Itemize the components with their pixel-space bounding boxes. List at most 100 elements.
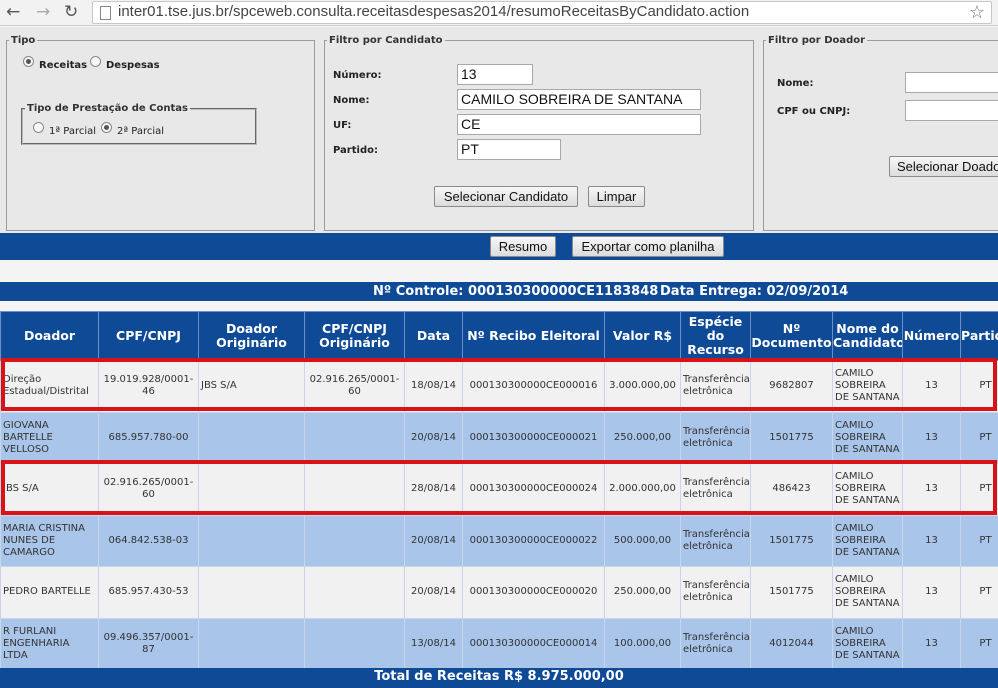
- table-row: JBS S/A 02.916.265/0001-60 28/08/14 0001…: [0, 463, 998, 516]
- cell-data: 28/08/14: [404, 463, 463, 516]
- cell-cpf-orig: [304, 566, 405, 619]
- cell-especie: Transferência eletrônica: [680, 411, 751, 464]
- cell-recibo: 000130300000CE000020: [462, 566, 605, 619]
- cell-documento: 1501775: [750, 566, 833, 619]
- controle-text: Nº Controle: 000130300000CE1183848: [373, 284, 659, 299]
- header-doador[interactable]: Doador: [0, 311, 99, 361]
- url-text[interactable]: inter01.tse.jus.br/spceweb.consulta.rece…: [118, 3, 749, 20]
- cell-doador-orig: [198, 514, 305, 567]
- cell-especie: Transferência eletrônica: [680, 566, 751, 619]
- cell-numero: 13: [902, 411, 961, 464]
- cell-recibo: 000130300000CE000016: [462, 360, 605, 413]
- doador-nome-input[interactable]: [905, 72, 998, 93]
- parcial1-radio[interactable]: [33, 122, 44, 133]
- header-especie[interactable]: Espécie do Recurso: [680, 311, 751, 361]
- despesas-radio[interactable]: [90, 56, 101, 67]
- cell-cpf: 09.496.357/0001-87: [98, 617, 199, 670]
- cell-cpf: 064.842.538-03: [98, 514, 199, 567]
- cell-numero: 13: [902, 463, 961, 516]
- receitas-table: Doador CPF/CNPJ Doador Originário CPF/CN…: [0, 311, 998, 670]
- doador-cpf-label: CPF ou CNPJ:: [777, 106, 851, 117]
- cell-documento: 1501775: [750, 514, 833, 567]
- receitas-radio[interactable]: [23, 56, 34, 67]
- cell-candidato: CAMILO SOBREIRA DE SANTANA: [832, 463, 903, 516]
- cell-valor: 250.000,00: [604, 411, 681, 464]
- header-data[interactable]: Data: [404, 311, 463, 361]
- cell-cpf: 685.957.430-53: [98, 566, 199, 619]
- cell-numero: 13: [902, 514, 961, 567]
- uf-input[interactable]: CE: [457, 114, 701, 135]
- cell-partido: PT: [960, 514, 998, 567]
- action-bar: Resumo Exportar como planilha: [0, 233, 998, 260]
- header-partido[interactable]: Partido: [960, 311, 998, 361]
- receitas-label: Receitas: [39, 60, 88, 71]
- resumo-button[interactable]: Resumo: [490, 236, 556, 257]
- page: ← → ↻ inter01.tse.jus.br/spceweb.consult…: [0, 0, 998, 688]
- filter-panel: Tipo Receitas Despesas Tipo de Prestação…: [0, 27, 998, 233]
- address-bar[interactable]: inter01.tse.jus.br/spceweb.consulta.rece…: [92, 1, 992, 24]
- selecionar-doador-button[interactable]: Selecionar Doador: [889, 156, 998, 177]
- header-valor[interactable]: Valor R$: [604, 311, 681, 361]
- cell-candidato: CAMILO SOBREIRA DE SANTANA: [832, 514, 903, 567]
- exportar-button[interactable]: Exportar como planilha: [572, 236, 724, 257]
- header-doador-originario[interactable]: Doador Originário: [198, 311, 305, 361]
- cell-cpf: 19.019.928/0001-46: [98, 360, 199, 413]
- back-arrow-icon[interactable]: ←: [6, 2, 20, 22]
- cell-candidato: CAMILO SOBREIRA DE SANTANA: [832, 617, 903, 670]
- header-candidato[interactable]: Nome do Candidato: [832, 311, 903, 361]
- nome-input[interactable]: CAMILO SOBREIRA DE SANTANA: [457, 89, 701, 110]
- cell-data: 20/08/14: [404, 566, 463, 619]
- nome-label: Nome:: [333, 95, 370, 106]
- cell-doador: PEDRO BARTELLE: [0, 566, 99, 619]
- cell-partido: PT: [960, 617, 998, 670]
- uf-label: UF:: [333, 120, 352, 131]
- cell-candidato: CAMILO SOBREIRA DE SANTANA: [832, 411, 903, 464]
- cell-cpf: 02.916.265/0001-60: [98, 463, 199, 516]
- doador-nome-label: Nome:: [777, 78, 814, 89]
- info-bar: Nº Controle: 000130300000CE1183848 Data …: [0, 282, 998, 301]
- table-row: Direção Estadual/Distrital 19.019.928/00…: [0, 360, 998, 413]
- cell-cpf: 685.957.780-00: [98, 411, 199, 464]
- cell-documento: 1501775: [750, 411, 833, 464]
- cell-numero: 13: [902, 566, 961, 619]
- cell-especie: Transferência eletrônica: [680, 463, 751, 516]
- cell-especie: Transferência eletrônica: [680, 514, 751, 567]
- header-cpf-cnpj-originario[interactable]: CPF/CNPJ Originário: [304, 311, 405, 361]
- cell-doador-orig: [198, 463, 305, 516]
- parcial2-radio[interactable]: [101, 122, 112, 133]
- tipo-legend: Tipo: [11, 35, 36, 46]
- cell-documento: 486423: [750, 463, 833, 516]
- numero-input[interactable]: 13: [457, 64, 533, 85]
- cell-valor: 3.000.000,00: [604, 360, 681, 413]
- bookmark-star-icon[interactable]: ☆: [969, 2, 985, 23]
- selecionar-candidato-button[interactable]: Selecionar Candidato: [434, 186, 578, 207]
- partido-label: Partido:: [333, 145, 378, 156]
- header-recibo[interactable]: Nº Recibo Eleitoral: [462, 311, 605, 361]
- cell-valor: 250.000,00: [604, 566, 681, 619]
- table-header-row: Doador CPF/CNPJ Doador Originário CPF/CN…: [0, 311, 998, 361]
- cell-data: 20/08/14: [404, 411, 463, 464]
- parcial2-label: 2ª Parcial: [117, 126, 165, 137]
- doador-cpf-input[interactable]: [905, 100, 998, 121]
- parcial1-label: 1ª Parcial: [49, 126, 97, 137]
- total-receitas: Total de Receitas R$ 8.975.000,00: [0, 668, 998, 688]
- forward-arrow-icon[interactable]: →: [36, 2, 50, 22]
- cell-recibo: 000130300000CE000022: [462, 514, 605, 567]
- cell-doador: JBS S/A: [0, 463, 99, 516]
- cell-data: 18/08/14: [404, 360, 463, 413]
- reload-icon[interactable]: ↻: [64, 2, 78, 22]
- doador-fieldset: Filtro por Doador: [763, 35, 998, 231]
- despesas-label: Despesas: [106, 60, 160, 71]
- header-cpf-cnpj[interactable]: CPF/CNPJ: [98, 311, 199, 361]
- partido-input[interactable]: PT: [457, 139, 561, 160]
- header-numero[interactable]: Número: [902, 311, 961, 361]
- cell-especie: Transferência eletrônica: [680, 617, 751, 670]
- cell-cpf-orig: [304, 514, 405, 567]
- cell-doador-orig: [198, 566, 305, 619]
- limpar-button[interactable]: Limpar: [588, 186, 645, 207]
- cell-numero: 13: [902, 360, 961, 413]
- cell-cpf-orig: [304, 617, 405, 670]
- cell-especie: Transferência eletrônica: [680, 360, 751, 413]
- header-documento[interactable]: Nº Documento: [750, 311, 833, 361]
- prestacao-fieldset: Tipo de Prestação de Contas: [21, 103, 257, 145]
